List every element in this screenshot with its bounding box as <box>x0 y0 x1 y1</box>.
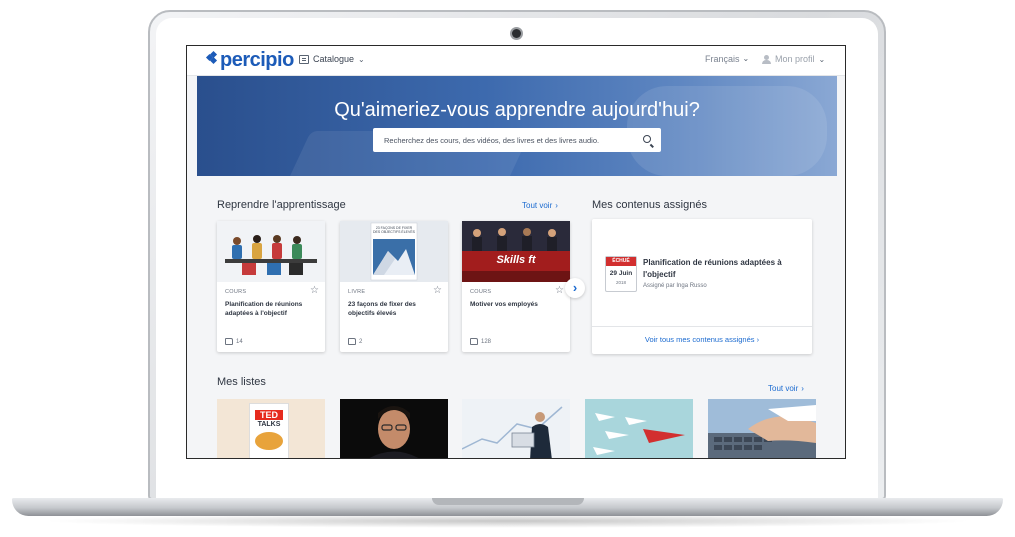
assigned-section-title: Mes contenus assignés <box>592 199 707 211</box>
card-likes[interactable]: 14 <box>225 338 243 345</box>
likes-count: 14 <box>236 338 243 345</box>
likes-count: 128 <box>481 338 492 345</box>
card-likes[interactable]: 2 <box>348 338 362 345</box>
logo-diamond-icon <box>205 50 218 65</box>
typing-keyboard-thumbnail[interactable] <box>708 399 816 458</box>
lists-see-all-link[interactable]: Tout voir › <box>768 384 804 393</box>
book-cover-text: 23 FAÇONS DE FIXER DES OBJECTIFS ÉLEVÉS <box>373 226 416 234</box>
carousel-next-button[interactable]: › <box>565 278 585 298</box>
star-icon[interactable]: ☆ <box>555 285 564 296</box>
thumbs-up-icon <box>470 338 478 345</box>
laptop-screen: percipio Catalogue ⌄ Français ⌄ Mon prof… <box>186 45 846 459</box>
book-card[interactable]: 23 FAÇONS DE FIXER DES OBJECTIFS ÉLEVÉS … <box>340 221 448 352</box>
catalogue-label: Catalogue <box>313 54 355 64</box>
hero-banner: Qu'aimeriez-vous apprendre aujourd'hui? … <box>197 76 837 176</box>
course-card[interactable]: Skills ft COURS ☆ Motiver vos employés 1… <box>462 221 570 352</box>
thumbs-up-icon <box>348 338 356 345</box>
due-day: 29 Juin <box>609 270 633 277</box>
profile-label: Mon profil <box>775 54 815 64</box>
lists-section-title: Mes listes <box>217 376 266 388</box>
due-date-badge: ÉCHUÉ 29 Juin 2018 <box>605 256 637 292</box>
card-title: 23 façons de fixer des objectifs élevés <box>348 301 416 317</box>
thumbs-up-icon <box>225 338 233 345</box>
top-navigation-bar: percipio Catalogue ⌄ Français ⌄ Mon prof… <box>187 46 845 76</box>
laptop-shadow <box>40 514 975 528</box>
view-all-assigned-label: Voir tous mes contenus assignés <box>644 335 755 344</box>
language-selector[interactable]: Français ⌄ <box>705 54 749 64</box>
profile-menu[interactable]: Mon profil ⌄ <box>762 54 825 64</box>
likes-count: 2 <box>359 338 363 345</box>
see-all-label: Tout voir <box>522 201 553 210</box>
chevron-down-icon: ⌄ <box>742 54 750 63</box>
skillsoft-panel-thumbnail: Skills ft <box>462 221 570 282</box>
view-all-assigned-link[interactable]: Voir tous mes contenus assignés › <box>592 335 812 344</box>
divider <box>592 326 812 327</box>
card-title: Motiver vos employés <box>470 301 538 308</box>
ted-talks-thumbnail[interactable]: TED TALKS <box>217 399 325 458</box>
laptop-notch <box>432 498 584 505</box>
star-icon[interactable]: ☆ <box>310 285 319 296</box>
ted-subtitle: TALKS <box>257 421 281 428</box>
search-placeholder: Recherchez des cours, des vidéos, des li… <box>384 135 600 145</box>
speaker-portrait-thumbnail[interactable] <box>340 399 448 458</box>
card-type-label: COURS <box>470 289 492 295</box>
ted-cover-art <box>255 432 283 450</box>
search-icon[interactable] <box>643 135 651 143</box>
overdue-status: ÉCHUÉ <box>606 257 636 266</box>
skillsoft-logo-text: Skills ft <box>496 254 536 266</box>
due-year: 2018 <box>615 280 626 285</box>
hero-title: Qu'aimeriez-vous apprendre aujourd'hui? <box>334 99 700 121</box>
ted-logo: TED <box>255 410 283 420</box>
card-title: Planification de réunions adaptées à l'o… <box>225 301 303 317</box>
see-all-label: Tout voir <box>768 384 799 393</box>
card-type-label: LIVRE <box>348 289 366 295</box>
chevron-down-icon: ⌄ <box>358 54 365 64</box>
business-chart-thumbnail[interactable] <box>462 399 570 458</box>
assigned-item-title[interactable]: Planification de réunions adaptées à l'o… <box>643 257 803 281</box>
chevron-down-icon: ⌄ <box>818 54 826 64</box>
paper-planes-thumbnail[interactable] <box>585 399 693 458</box>
chevron-right-icon: › <box>555 201 558 210</box>
resume-section-title: Reprendre l'apprentissage <box>217 199 346 211</box>
language-label: Français <box>705 54 740 64</box>
catalogue-icon <box>299 54 309 64</box>
assigned-by-label: Assigné par Inga Russo <box>643 283 707 289</box>
search-input[interactable]: Recherchez des cours, des vidéos, des li… <box>373 128 661 152</box>
assigned-content-panel: ÉCHUÉ 29 Juin 2018 Planification de réun… <box>592 219 812 354</box>
meeting-thumbnail <box>217 221 325 282</box>
resume-see-all-link[interactable]: Tout voir › <box>522 201 558 210</box>
card-type-label: COURS <box>225 289 247 295</box>
book-cover-thumbnail: 23 FAÇONS DE FIXER DES OBJECTIFS ÉLEVÉS <box>340 221 448 282</box>
webcam-icon <box>512 29 521 38</box>
card-likes[interactable]: 128 <box>470 338 491 345</box>
course-card[interactable]: COURS ☆ Planification de réunions adapté… <box>217 221 325 352</box>
chevron-right-icon: › <box>756 335 760 344</box>
user-icon <box>762 54 771 64</box>
catalogue-menu[interactable]: Catalogue ⌄ <box>299 54 365 64</box>
logo-text: percipio <box>220 49 294 71</box>
ted-book-cover: TED TALKS <box>249 403 289 458</box>
chevron-right-icon: › <box>801 384 804 393</box>
star-icon[interactable]: ☆ <box>433 285 442 296</box>
percipio-logo[interactable]: percipio <box>205 49 294 72</box>
